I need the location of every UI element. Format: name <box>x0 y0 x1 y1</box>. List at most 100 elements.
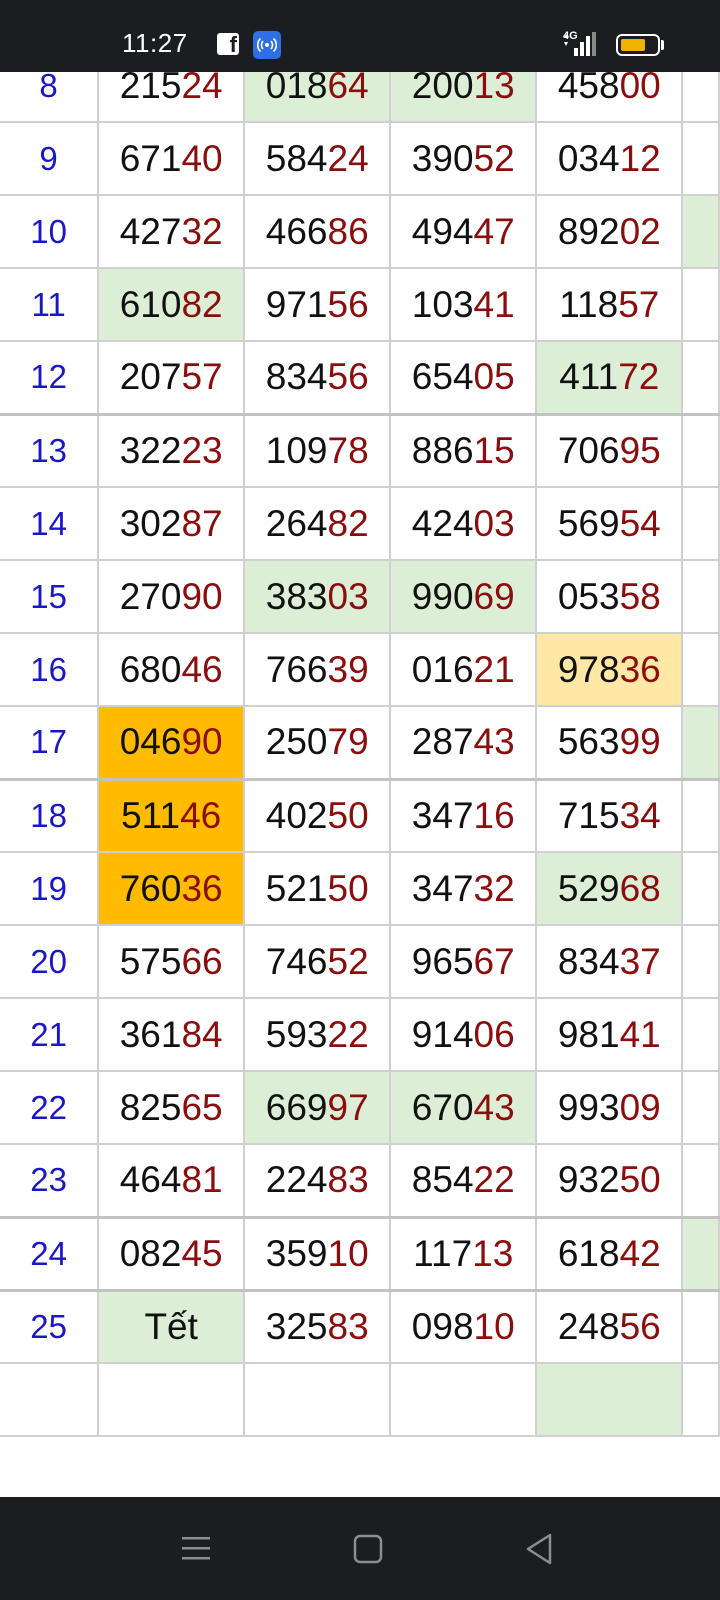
result-cell[interactable]: 10978 <box>243 412 392 488</box>
result-cell[interactable]: 61842 <box>535 1215 684 1291</box>
result-digits-head: 207 <box>119 356 182 398</box>
result-cell[interactable]: 76036 <box>97 851 246 926</box>
result-cell[interactable]: 83437 <box>535 924 684 999</box>
result-cell[interactable]: 70695 <box>535 412 684 488</box>
result-cell[interactable]: 51146 <box>97 777 246 853</box>
result-cell[interactable]: 38303 <box>243 559 392 634</box>
result-cell[interactable]: 56399 <box>535 705 684 780</box>
result-cell[interactable]: 24856 <box>535 1288 684 1364</box>
day-number: 9 <box>0 121 100 196</box>
result-cell[interactable]: 97156 <box>243 267 392 342</box>
result-cell[interactable]: 83456 <box>243 340 392 415</box>
result-digits-head: 854 <box>411 1159 474 1201</box>
result-cell[interactable]: 05358 <box>535 559 684 634</box>
result-digits-tail: 32 <box>473 867 515 909</box>
result-cell[interactable]: 68046 <box>97 632 246 707</box>
day-number: 8 <box>0 72 100 123</box>
result-cell[interactable]: 11857 <box>535 267 684 342</box>
result-cell[interactable]: 96567 <box>389 924 538 999</box>
result-cell[interactable]: 32223 <box>97 412 246 488</box>
result-cell[interactable]: 65405 <box>389 340 538 415</box>
results-table-scroll[interactable]: 8 21524 01864 20013 45800 9 67140 58424 39052 034… <box>0 72 720 1497</box>
result-cell[interactable]: 45800 <box>535 72 684 123</box>
result-cell[interactable]: 32583 <box>243 1288 392 1364</box>
table-cell <box>97 1362 246 1437</box>
result-cell[interactable]: 88615 <box>389 412 538 488</box>
result-cell[interactable]: 46481 <box>97 1143 246 1218</box>
result-cell[interactable]: 76639 <box>243 632 392 707</box>
menu-icon[interactable] <box>172 1525 220 1573</box>
result-cell[interactable]: 36184 <box>97 997 246 1072</box>
result-cell[interactable]: 22483 <box>243 1143 392 1218</box>
result-cell[interactable]: 01864 <box>243 72 392 123</box>
result-cell[interactable]: 67043 <box>389 1070 538 1145</box>
result-cell[interactable]: 71534 <box>535 777 684 853</box>
result-digits-head: 825 <box>119 1086 182 1128</box>
result-digits-tail: 15 <box>473 429 515 471</box>
result-cell[interactable]: 30287 <box>97 486 246 561</box>
result-cell[interactable]: 20013 <box>389 72 538 123</box>
result-cell[interactable]: 28743 <box>389 705 538 780</box>
result-cell[interactable]: 99069 <box>389 559 538 634</box>
result-cell[interactable]: 52150 <box>243 851 392 926</box>
result-cell[interactable]: 41172 <box>535 340 684 415</box>
result-cell[interactable]: 03412 <box>535 121 684 196</box>
result-cell[interactable]: 56954 <box>535 486 684 561</box>
result-digits-tail: 22 <box>473 1159 515 1201</box>
day-number: 19 <box>0 851 100 926</box>
result-cell[interactable]: 97836 <box>535 632 684 707</box>
result-cell[interactable]: 34732 <box>389 851 538 926</box>
result-digits-head: 287 <box>411 721 474 763</box>
result-digits-tail: 16 <box>473 794 515 836</box>
result-cell[interactable]: 91406 <box>389 997 538 1072</box>
result-cell[interactable]: 42732 <box>97 194 246 269</box>
result-cell[interactable]: 99309 <box>535 1070 684 1145</box>
result-cell[interactable]: 11713 <box>389 1215 538 1291</box>
result-cell[interactable]: 09810 <box>389 1288 538 1364</box>
holiday-label: Tết <box>144 1305 198 1347</box>
result-digits-tail: 46 <box>181 648 223 690</box>
home-square-icon[interactable] <box>344 1525 392 1573</box>
result-cell[interactable]: 61082 <box>97 267 246 342</box>
result-cell[interactable]: 40250 <box>243 777 392 853</box>
result-digits-head: 270 <box>119 575 182 617</box>
result-cell[interactable]: 67140 <box>97 121 246 196</box>
result-cell[interactable]: 21524 <box>97 72 246 123</box>
result-cell[interactable]: 42403 <box>389 486 538 561</box>
result-cell[interactable]: 52968 <box>535 851 684 926</box>
result-cell[interactable]: 04690 <box>97 705 246 780</box>
result-digits-tail: 86 <box>327 210 369 252</box>
day-number: 20 <box>0 924 100 999</box>
result-cell[interactable]: 34716 <box>389 777 538 853</box>
result-cell[interactable]: 57566 <box>97 924 246 999</box>
result-cell[interactable]: 49447 <box>389 194 538 269</box>
result-digits-head: 034 <box>557 137 620 179</box>
result-cell[interactable]: 10341 <box>389 267 538 342</box>
result-cell[interactable]: 89202 <box>535 194 684 269</box>
result-digits-tail: 50 <box>327 794 369 836</box>
result-cell[interactable]: 58424 <box>243 121 392 196</box>
result-cell[interactable]: 46686 <box>243 194 392 269</box>
result-cell[interactable]: 27090 <box>97 559 246 634</box>
result-digits-tail: 50 <box>619 1159 661 1201</box>
result-cell[interactable]: 26482 <box>243 486 392 561</box>
result-digits-head: 016 <box>411 648 474 690</box>
result-cell[interactable]: Tết <box>97 1288 246 1364</box>
result-digits-tail: 10 <box>473 1305 515 1347</box>
result-digits-head: 886 <box>411 429 474 471</box>
result-cell[interactable]: 98141 <box>535 997 684 1072</box>
result-cell[interactable]: 39052 <box>389 121 538 196</box>
result-cell[interactable]: 20757 <box>97 340 246 415</box>
result-cell[interactable]: 93250 <box>535 1143 684 1218</box>
result-cell[interactable]: 08245 <box>97 1215 246 1291</box>
result-cell[interactable]: 35910 <box>243 1215 392 1291</box>
result-cell[interactable]: 74652 <box>243 924 392 999</box>
result-cell[interactable]: 82565 <box>97 1070 246 1145</box>
back-triangle-icon[interactable] <box>516 1525 564 1573</box>
result-digits-head: 383 <box>265 575 328 617</box>
result-cell[interactable]: 59322 <box>243 997 392 1072</box>
result-cell[interactable]: 85422 <box>389 1143 538 1218</box>
result-cell[interactable]: 01621 <box>389 632 538 707</box>
result-cell[interactable]: 25079 <box>243 705 392 780</box>
result-cell[interactable]: 66997 <box>243 1070 392 1145</box>
